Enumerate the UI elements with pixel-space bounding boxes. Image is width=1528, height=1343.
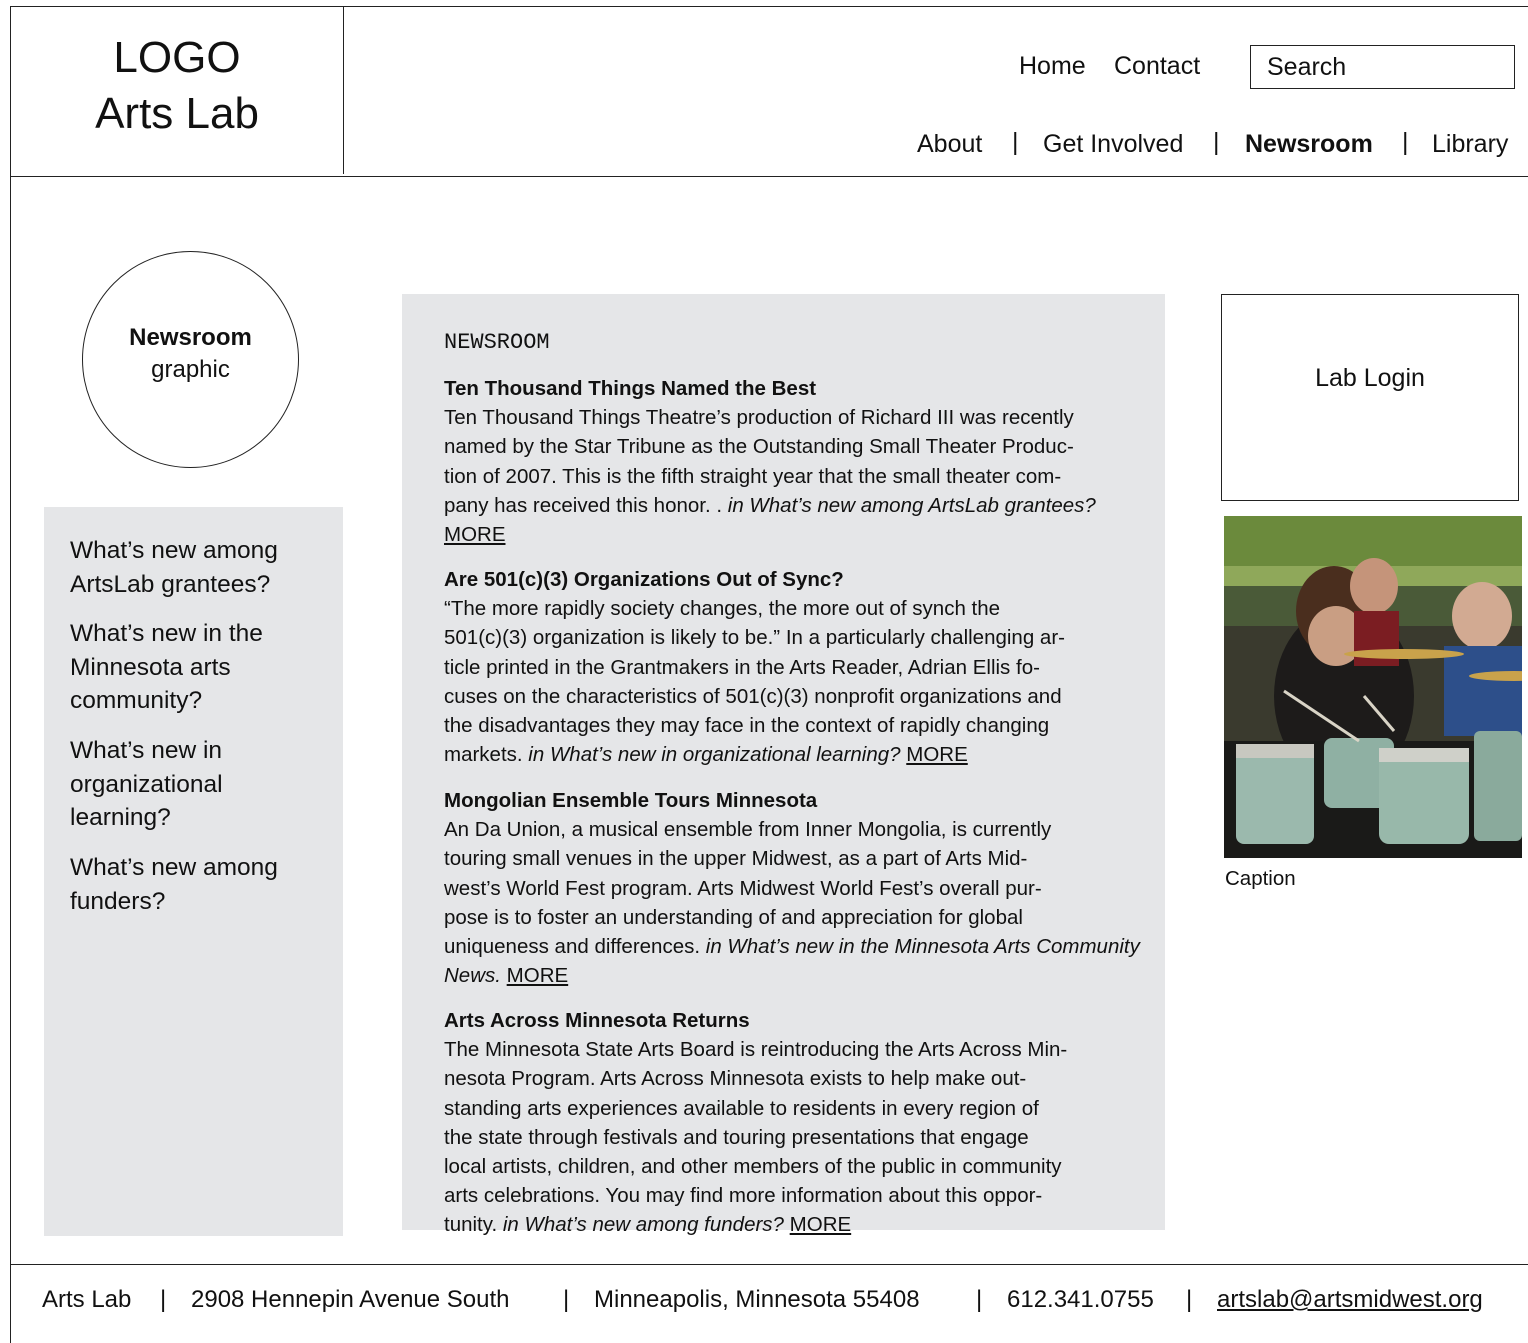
article-line: The Minnesota State Arts Board is reintr… bbox=[444, 1038, 1068, 1062]
article-line: ticle printed in the Grantmakers in the … bbox=[444, 655, 1040, 679]
article-line: Ten Thousand Things Theatre’s production… bbox=[444, 406, 1074, 430]
logo-divider bbox=[343, 6, 344, 174]
article-line: markets. bbox=[444, 743, 529, 767]
lab-login-button[interactable]: Lab Login bbox=[1221, 294, 1519, 501]
section-graphic-subtitle: graphic bbox=[151, 356, 230, 383]
footer-separator: | bbox=[1186, 1286, 1193, 1313]
article-line: 501(c)(3) organization is likely to be.”… bbox=[444, 626, 1065, 650]
frame-top-border bbox=[10, 6, 1528, 7]
article-line: tunity. bbox=[444, 1213, 503, 1237]
nav-item-about[interactable]: About bbox=[917, 130, 982, 159]
news-article: Are 501(c)(3) Organizations Out of Sync?… bbox=[444, 565, 1144, 769]
more-link[interactable]: MORE bbox=[906, 743, 968, 766]
sidebar-item-line: ArtsLab grantees? bbox=[70, 570, 271, 598]
more-link[interactable]: MORE bbox=[507, 964, 569, 987]
section-graphic-title: Newsroom bbox=[129, 324, 252, 351]
article-line: the state through festivals and touring … bbox=[444, 1125, 1029, 1149]
newsroom-heading: NEWSROOM bbox=[444, 330, 550, 355]
footer-street: 2908 Hennepin Avenue South bbox=[191, 1286, 510, 1313]
news-article: Mongolian Ensemble Tours Minnesota An Da… bbox=[444, 786, 1144, 990]
footer-divider bbox=[10, 1264, 1528, 1265]
article-line: arts celebrations. You may find more inf… bbox=[444, 1184, 1043, 1208]
sidebar-item-organizational-learning[interactable]: What’s new in organizational learning? bbox=[70, 734, 330, 835]
article-line: An Da Union, a musical ensemble from Inn… bbox=[444, 818, 1052, 842]
drummers-photo-illustration bbox=[1224, 516, 1522, 858]
sidebar-item-line: What’s new among bbox=[70, 537, 278, 564]
site-name: Arts Lab bbox=[95, 89, 259, 138]
footer-city: Minneapolis, Minnesota 55408 bbox=[594, 1286, 920, 1313]
article-line: pany has received this honor. . bbox=[444, 493, 728, 517]
article-line: tion of 2007. This is the fifth straight… bbox=[444, 464, 1062, 488]
article-line: “The more rapidly society changes, the m… bbox=[444, 597, 1001, 621]
sidebar-item-line: What’s new among bbox=[70, 854, 278, 881]
header-divider bbox=[10, 176, 1528, 177]
article-line: west’s World Fest program. Arts Midwest … bbox=[444, 876, 1042, 900]
sidebar-item-line: What’s new in the bbox=[70, 620, 263, 647]
sidebar-item-line: What’s new in bbox=[70, 737, 223, 764]
lab-login-label: Lab Login bbox=[1315, 364, 1425, 392]
more-link[interactable]: MORE bbox=[790, 1213, 852, 1236]
photo-caption: Caption bbox=[1225, 867, 1296, 890]
article-line: the disadvantages they may face in the c… bbox=[444, 714, 1050, 738]
nav-separator: | bbox=[1012, 128, 1019, 156]
footer-separator: | bbox=[976, 1286, 983, 1313]
footer-email-link[interactable]: artslab@artsmidwest.org bbox=[1217, 1286, 1483, 1314]
news-article: Ten Thousand Things Named the Best Ten T… bbox=[444, 374, 1144, 549]
article-line: touring small venues in the upper Midwes… bbox=[444, 847, 1028, 871]
article-title: Are 501(c)(3) Organizations Out of Sync? bbox=[444, 568, 844, 591]
newsroom-panel: NEWSROOM Ten Thousand Things Named the B… bbox=[402, 294, 1165, 1236]
article-title: Arts Across Minnesota Returns bbox=[444, 1009, 750, 1032]
article-line: local artists, children, and other membe… bbox=[444, 1155, 1062, 1179]
logo-text: LOGO bbox=[113, 33, 241, 82]
article-source: in What’s new among ArtsLab grantees? bbox=[727, 493, 1096, 517]
article-title: Ten Thousand Things Named the Best bbox=[444, 377, 817, 400]
sidebar: What’s new among ArtsLab grantees? What’… bbox=[44, 507, 343, 1236]
sidebar-item-line: funders? bbox=[70, 887, 166, 915]
article-line: nesota Program. Arts Across Minnesota ex… bbox=[444, 1067, 1027, 1091]
article-line: named by the Star Tribune as the Outstan… bbox=[444, 435, 1074, 459]
footer-phone: 612.341.0755 bbox=[1007, 1286, 1154, 1313]
sidebar-item-grantees[interactable]: What’s new among ArtsLab grantees? bbox=[70, 534, 330, 601]
article-line: pose is to foster an understanding of an… bbox=[444, 905, 1023, 929]
footer-separator: | bbox=[160, 1286, 167, 1313]
sidebar-item-line: learning? bbox=[70, 804, 171, 831]
more-link[interactable]: MORE bbox=[444, 523, 506, 546]
article-line: standing arts experiences available to r… bbox=[444, 1096, 1039, 1120]
sidebar-item-funders[interactable]: What’s new among funders? bbox=[70, 851, 330, 918]
article-line: uniqueness and differences. bbox=[444, 935, 706, 959]
frame-left-border bbox=[10, 6, 11, 1343]
sidebar-item-line: community? bbox=[70, 687, 203, 714]
nav-separator: | bbox=[1402, 128, 1409, 156]
search-input[interactable]: Search bbox=[1250, 45, 1515, 89]
nav-item-newsroom[interactable]: Newsroom bbox=[1245, 130, 1373, 159]
contact-link[interactable]: Contact bbox=[1114, 52, 1200, 81]
article-source: in What’s new in organizational learning… bbox=[528, 743, 901, 767]
section-graphic: Newsroom graphic bbox=[82, 251, 299, 468]
news-article: Arts Across Minnesota Returns The Minnes… bbox=[444, 1006, 1144, 1240]
article-title: Mongolian Ensemble Tours Minnesota bbox=[444, 789, 818, 812]
article-line: cuses on the characteristics of 501(c)(3… bbox=[444, 684, 1062, 708]
footer-org-name: Arts Lab bbox=[42, 1286, 132, 1313]
footer-separator: | bbox=[563, 1286, 570, 1313]
logo[interactable]: LOGO Arts Lab bbox=[12, 30, 342, 142]
sidebar-item-line: Minnesota arts bbox=[70, 653, 231, 681]
sidebar-item-minnesota-arts[interactable]: What’s new in the Minnesota arts communi… bbox=[70, 617, 330, 718]
article-source: in What’s new among funders? bbox=[502, 1213, 784, 1237]
sidebar-item-line: organizational bbox=[70, 770, 223, 798]
home-link[interactable]: Home bbox=[1019, 52, 1086, 81]
nav-item-library[interactable]: Library bbox=[1432, 130, 1508, 159]
nav-item-get-involved[interactable]: Get Involved bbox=[1043, 130, 1183, 159]
nav-separator: | bbox=[1213, 128, 1220, 156]
featured-photo bbox=[1224, 516, 1522, 858]
